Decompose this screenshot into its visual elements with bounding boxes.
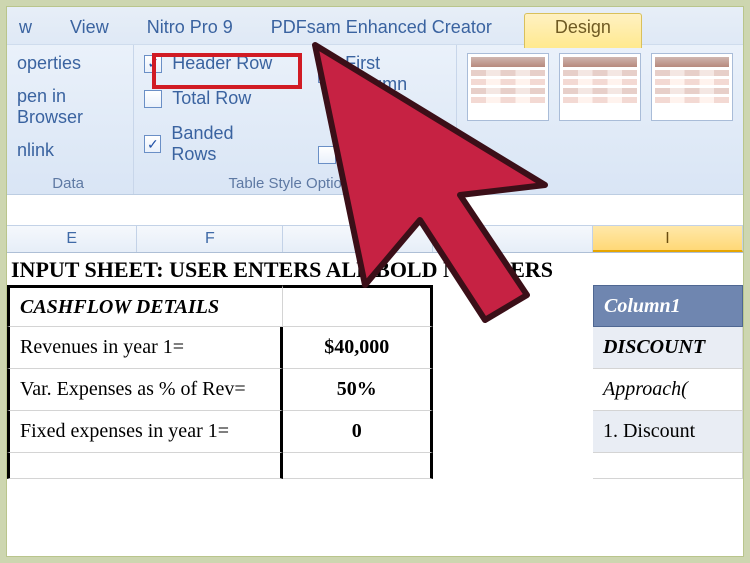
- checkbox-off-icon: [144, 90, 162, 108]
- ribbon-group-table-styles: [457, 45, 743, 194]
- column-header-G[interactable]: G: [283, 226, 433, 252]
- fixed-label-cell[interactable]: Fixed expenses in year 1=: [7, 411, 283, 453]
- checkbox-on-icon: [144, 135, 161, 153]
- ribbon-group-style-options: Header Row Total Row Banded Rows First C…: [134, 45, 457, 194]
- checkbox-on-icon: [144, 55, 162, 73]
- table-column-header[interactable]: Column1: [593, 285, 743, 327]
- banded-rows-label: Banded Rows: [171, 123, 277, 165]
- empty-cell[interactable]: [7, 453, 283, 479]
- cashflow-header-cell[interactable]: CASHFLOW DETAILS: [7, 285, 283, 327]
- tab-partial-ew[interactable]: w: [13, 13, 38, 42]
- header-row-checkbox[interactable]: Header Row: [144, 53, 278, 74]
- banded-columns-checkbox[interactable]: Ban: [318, 144, 442, 165]
- tab-design[interactable]: Design: [524, 13, 642, 48]
- header-row-label: Header Row: [172, 53, 272, 74]
- checkbox-off-icon: [318, 146, 336, 164]
- total-row-label: Total Row: [172, 88, 251, 109]
- empty-cell[interactable]: [433, 285, 593, 327]
- table-row: Var. Expenses as % of Rev= 50% Approach(: [7, 369, 743, 411]
- banded-columns-label: Ban: [346, 144, 378, 165]
- group-label-data: Data: [17, 173, 119, 192]
- checkbox-off-icon: [318, 65, 335, 83]
- table-style-thumbnail[interactable]: [651, 53, 733, 121]
- column-header-E[interactable]: E: [7, 226, 137, 252]
- table-row: Revenues in year 1= $40,000 DISCOUNT: [7, 327, 743, 369]
- ribbon-tabs: w View Nitro Pro 9 PDFsam Enhanced Creat…: [7, 7, 743, 45]
- tab-nitro[interactable]: Nitro Pro 9: [141, 13, 239, 42]
- empty-cell[interactable]: [283, 285, 433, 327]
- column-header-I[interactable]: I: [593, 226, 743, 252]
- column-headers: E F G I: [7, 225, 743, 253]
- empty-cell[interactable]: [433, 453, 593, 479]
- sheet-title: INPUT SHEET: USER ENTERS ALL BOLD NUMBER…: [7, 253, 743, 285]
- open-in-browser-button[interactable]: pen in Browser: [17, 86, 119, 128]
- fixed-value-cell[interactable]: 0: [283, 411, 433, 453]
- ribbon-group-data: operties pen in Browser nlink Data: [7, 45, 134, 194]
- first-column-label: First Column: [345, 53, 442, 95]
- properties-button[interactable]: operties: [17, 53, 119, 74]
- discount-item-cell[interactable]: 1. Discount: [593, 411, 743, 453]
- tab-view[interactable]: View: [64, 13, 115, 42]
- group-label-style-options: Table Style Options: [144, 173, 442, 192]
- table-style-thumbnail[interactable]: [467, 53, 549, 121]
- varexp-label-cell[interactable]: Var. Expenses as % of Rev=: [7, 369, 283, 411]
- varexp-value-cell[interactable]: 50%: [283, 369, 433, 411]
- banded-rows-checkbox[interactable]: Banded Rows: [144, 123, 278, 165]
- table-style-thumbnail[interactable]: [559, 53, 641, 121]
- first-column-checkbox[interactable]: First Column: [318, 53, 442, 95]
- tab-pdfsam[interactable]: PDFsam Enhanced Creator: [265, 13, 498, 42]
- approach-cell[interactable]: Approach(: [593, 369, 743, 411]
- ribbon: operties pen in Browser nlink Data Heade…: [7, 45, 743, 195]
- worksheet[interactable]: INPUT SHEET: USER ENTERS ALL BOLD NUMBER…: [7, 253, 743, 479]
- unlink-button[interactable]: nlink: [17, 140, 119, 161]
- empty-cell[interactable]: [433, 327, 593, 369]
- total-row-checkbox[interactable]: Total Row: [144, 88, 278, 109]
- table-row: [7, 453, 743, 479]
- table-row: CASHFLOW DETAILS Column1: [7, 285, 743, 327]
- empty-cell[interactable]: [433, 369, 593, 411]
- empty-cell[interactable]: [593, 453, 743, 479]
- empty-cell[interactable]: [283, 453, 433, 479]
- empty-cell[interactable]: [433, 411, 593, 453]
- discount-cell[interactable]: DISCOUNT: [593, 327, 743, 369]
- revenues-value-cell[interactable]: $40,000: [283, 327, 433, 369]
- column-header-F[interactable]: F: [137, 226, 283, 252]
- column-header-gap[interactable]: [433, 226, 593, 252]
- table-row: Fixed expenses in year 1= 0 1. Discount: [7, 411, 743, 453]
- revenues-label-cell[interactable]: Revenues in year 1=: [7, 327, 283, 369]
